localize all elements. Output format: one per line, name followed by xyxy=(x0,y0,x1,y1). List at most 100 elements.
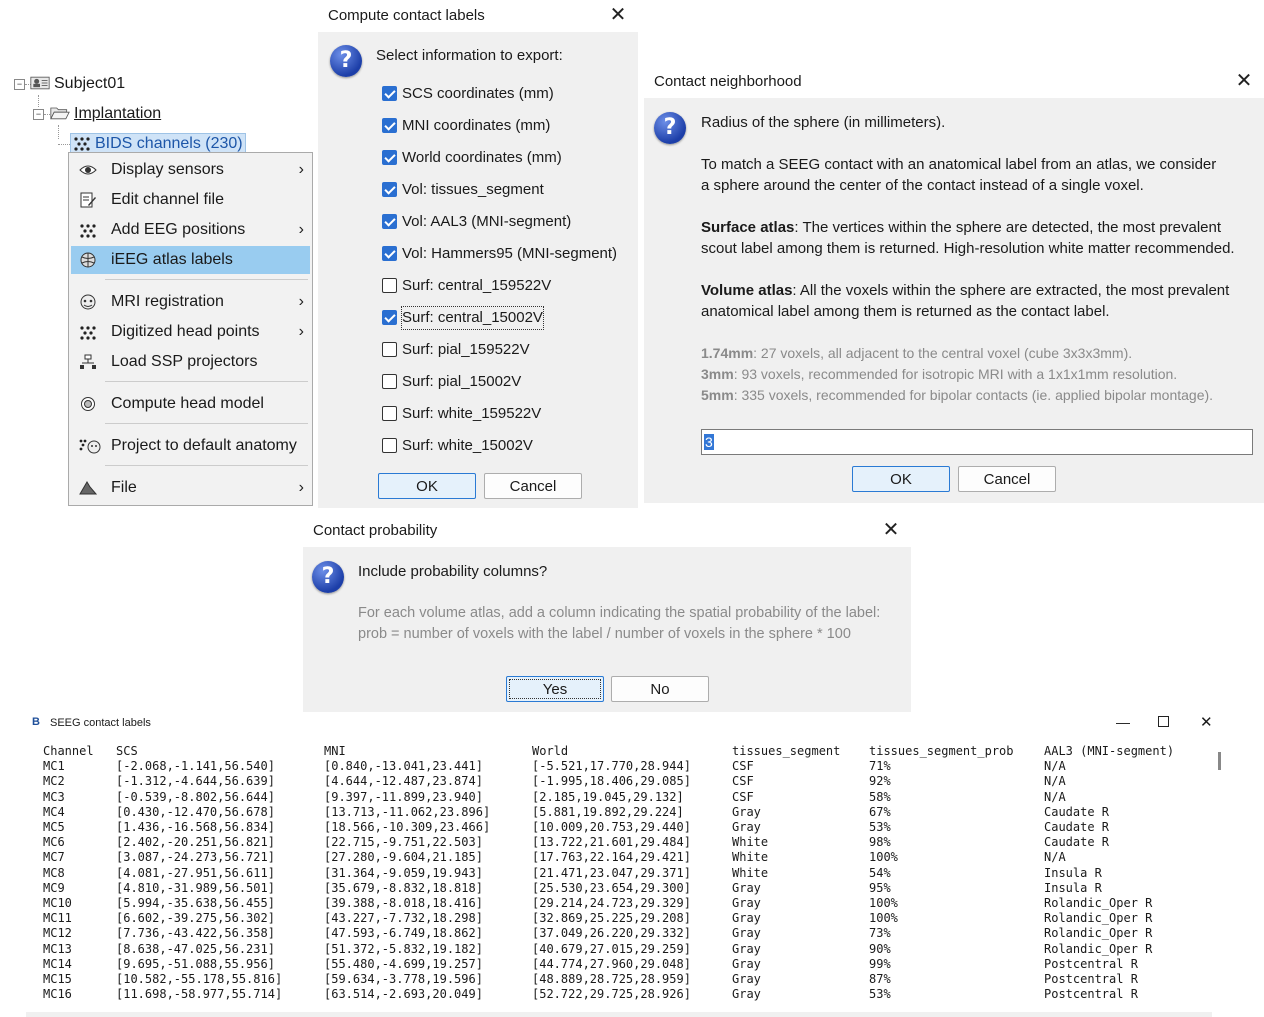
minimize-icon[interactable]: — xyxy=(1116,714,1130,730)
table-cell: [40.679,27.015,29.259] xyxy=(532,941,691,956)
table-cell: 100% xyxy=(869,896,898,910)
horizontal-scrollbar[interactable] xyxy=(26,1012,1212,1017)
project-anatomy-icon xyxy=(79,439,101,454)
no-button[interactable]: No xyxy=(611,676,709,702)
table-cell: [0.430,-12.470,56.678] xyxy=(116,804,275,819)
table-cell: Caudate R xyxy=(1044,820,1110,834)
menu-item-mri-registration[interactable]: MRI registration › xyxy=(71,288,310,316)
table-cell: [4.081,-27.951,56.611] xyxy=(116,865,275,880)
table-cell: MC4 xyxy=(43,804,65,819)
table-cell: Rolandic_Oper R xyxy=(1044,941,1153,956)
eye-icon xyxy=(79,165,97,175)
table-cell: 53% xyxy=(869,987,891,1002)
surface-atlas-line-1: Surface atlas: The vertices within the s… xyxy=(701,219,1222,236)
table-cell: MC14 xyxy=(43,956,72,971)
question-icon: ? xyxy=(330,45,362,77)
surface-atlas-line-2: scout label among them is returned. High… xyxy=(701,240,1235,257)
volume-atlas-line-2: anatomical label among them is returned … xyxy=(701,303,1110,320)
dots-icon xyxy=(80,224,96,238)
collapse-subject-icon[interactable]: − xyxy=(14,79,25,90)
table-cell: 99% xyxy=(869,956,891,971)
radius-input[interactable]: 3 xyxy=(701,429,1253,455)
menu-item-compute-head-model[interactable]: Compute head model xyxy=(71,390,310,418)
checkbox-unchecked[interactable] xyxy=(382,278,397,293)
menu-item-display-sensors[interactable]: Display sensors › xyxy=(71,156,310,184)
question-icon: ? xyxy=(312,561,344,593)
table-cell: [35.679,-8.832,18.818] xyxy=(324,880,483,895)
yes-button[interactable]: Yes xyxy=(506,676,604,702)
table-cell: [47.593,-6.749,18.862] xyxy=(324,926,483,941)
close-icon[interactable]: ✕ xyxy=(1200,713,1213,731)
checkbox-checked[interactable] xyxy=(382,246,397,261)
table-cell: N/A xyxy=(1044,850,1066,865)
table-cell: [48.889,28.725,28.959] xyxy=(532,972,691,986)
tree-node-subject[interactable]: Subject01 xyxy=(30,73,125,95)
close-icon[interactable]: ✕ xyxy=(1232,69,1256,93)
table-cell: [29.214,24.723,29.329] xyxy=(532,896,691,910)
menu-item-add-eeg-positions[interactable]: Add EEG positions › xyxy=(71,216,310,244)
menu-item-edit-channel-file[interactable]: Edit channel file xyxy=(71,186,310,214)
menu-item-load-ssp-projectors[interactable]: Load SSP projectors xyxy=(71,348,310,376)
table-cell: [5.994,-35.638,56.455] xyxy=(116,896,275,910)
menu-item-digitized-head-points[interactable]: Digitized head points › xyxy=(71,318,310,346)
checkbox-checked[interactable] xyxy=(382,310,397,325)
ok-button[interactable]: OK xyxy=(852,466,950,492)
checkbox-checked[interactable] xyxy=(382,150,397,165)
vertical-scrollbar[interactable] xyxy=(1218,752,1221,770)
column-header: MNI xyxy=(324,744,346,758)
table-cell: Gray xyxy=(732,926,761,941)
table-cell: CSF xyxy=(732,759,754,774)
table-cell: 58% xyxy=(869,789,891,804)
table-cell: [3.087,-24.273,56.721] xyxy=(116,850,275,865)
table-cell: Insula R xyxy=(1044,865,1102,880)
checkbox-unchecked[interactable] xyxy=(382,406,397,421)
table-cell: [27.280,-9.604,21.185] xyxy=(324,850,483,865)
checkbox-unchecked[interactable] xyxy=(382,374,397,389)
dialog-titlebar: Compute contact labels ✕ xyxy=(318,0,638,32)
menu-item-file[interactable]: File › xyxy=(71,474,310,502)
close-icon[interactable]: ✕ xyxy=(606,3,630,27)
menu-item-project-default-anatomy[interactable]: Project to default anatomy xyxy=(71,432,310,460)
table-cell: N/A xyxy=(1044,774,1066,789)
checkbox-checked[interactable] xyxy=(382,86,397,101)
table-cell: 73% xyxy=(869,926,891,941)
table-cell: [25.530,23.654,29.300] xyxy=(532,880,691,895)
submenu-arrow-icon: › xyxy=(298,161,304,178)
menu-item-ieeg-atlas-labels[interactable]: iEEG atlas labels xyxy=(71,246,310,274)
contact-labels-table[interactable]: Channel SCS MNI World tissues_segment tissues… xyxy=(26,744,1212,1012)
collapse-implantation-icon[interactable]: − xyxy=(33,109,44,120)
table-cell: [1.436,-16.568,56.834] xyxy=(116,820,275,834)
table-cell: [4.810,-31.989,56.501] xyxy=(116,880,275,895)
window-titlebar: B SEEG contact labels — ✕ xyxy=(26,712,1226,734)
head-mri-icon xyxy=(80,294,96,310)
table-cell: 100% xyxy=(869,911,898,926)
implantation-label: Implantation xyxy=(74,105,162,122)
table-cell: MC10 xyxy=(43,896,72,910)
table-cell: Caudate R xyxy=(1044,804,1110,819)
contact-neighborhood-dialog: Contact neighborhood ✕ ? Radius of the s… xyxy=(644,66,1264,503)
probability-desc-1: For each volume atlas, add a column indi… xyxy=(358,605,881,621)
maximize-icon[interactable] xyxy=(1158,716,1169,727)
table-cell: 98% xyxy=(869,835,891,850)
intro-line-2: a sphere around the center of the contac… xyxy=(701,177,1144,194)
cancel-button[interactable]: Cancel xyxy=(484,473,582,499)
checkbox-checked[interactable] xyxy=(382,214,397,229)
table-cell: [52.722,29.725,28.926] xyxy=(532,987,691,1002)
table-cell: [9.695,-51.088,55.956] xyxy=(116,956,275,971)
submenu-arrow-icon: › xyxy=(298,323,304,340)
checkbox-unchecked[interactable] xyxy=(382,438,397,453)
table-cell: MC8 xyxy=(43,865,65,880)
checkbox-checked[interactable] xyxy=(382,118,397,133)
table-cell: [7.736,-43.422,56.358] xyxy=(116,926,275,941)
tree-node-implantation[interactable]: Implantation xyxy=(50,103,161,125)
table-cell: [6.602,-39.275,56.302] xyxy=(116,911,275,926)
checkbox-checked[interactable] xyxy=(382,182,397,197)
table-cell: MC11 xyxy=(43,911,72,926)
table-cell: [11.698,-58.977,55.714] xyxy=(116,987,283,1002)
table-cell: [37.049,26.220,29.332] xyxy=(532,926,691,941)
table-cell: [43.227,-7.732,18.298] xyxy=(324,911,483,926)
close-icon[interactable]: ✕ xyxy=(879,518,903,542)
cancel-button[interactable]: Cancel xyxy=(958,466,1056,492)
ok-button[interactable]: OK xyxy=(378,473,476,499)
checkbox-unchecked[interactable] xyxy=(382,342,397,357)
